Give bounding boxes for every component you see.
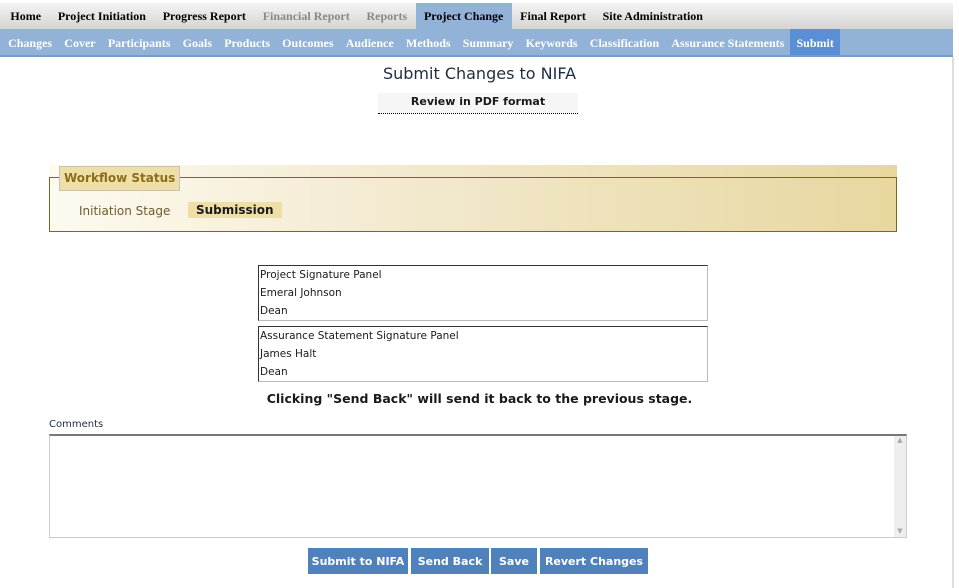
signer-role: Dean	[260, 305, 288, 317]
tab-submit[interactable]: Submit	[790, 29, 840, 55]
page-scrollbar[interactable]	[952, 57, 954, 588]
tab-classification[interactable]: Classification	[584, 29, 666, 55]
signer-role: Dean	[260, 366, 288, 378]
signer-name: James Halt	[260, 348, 317, 360]
scroll-down-icon[interactable]: ▼	[894, 527, 906, 535]
top-nav-financial-report[interactable]: Financial Report	[254, 3, 358, 29]
panel-title: Project Signature Panel	[260, 269, 382, 281]
review-pdf-link[interactable]: Review in PDF format	[378, 93, 578, 114]
tab-keywords[interactable]: Keywords	[520, 29, 584, 55]
top-nav-project-initiation[interactable]: Project Initiation	[49, 3, 154, 29]
workflow-legend: Workflow Status	[59, 166, 181, 191]
comments-scrollbar[interactable]: ▲ ▼	[894, 436, 906, 537]
tab-cover[interactable]: Cover	[58, 29, 102, 55]
revert-changes-button[interactable]: Revert Changes	[540, 548, 648, 574]
workflow-status: Workflow Status Initiation Stage Submiss…	[49, 165, 897, 232]
tab-participants[interactable]: Participants	[102, 29, 177, 55]
panel-title: Assurance Statement Signature Panel	[260, 330, 459, 342]
top-nav-reports[interactable]: Reports	[358, 3, 415, 29]
save-button[interactable]: Save	[491, 548, 537, 574]
tab-outcomes[interactable]: Outcomes	[276, 29, 340, 55]
tab-summary[interactable]: Summary	[457, 29, 520, 55]
send-back-note: Clicking "Send Back" will send it back t…	[266, 391, 693, 406]
submit-to-nifa-button[interactable]: Submit to NIFA	[308, 548, 408, 574]
top-nav-final-report[interactable]: Final Report	[512, 3, 594, 29]
comments-input[interactable]	[49, 434, 907, 538]
tab-assurance-statements[interactable]: Assurance Statements	[665, 29, 790, 55]
stage-initiation: Initiation Stage	[79, 204, 171, 218]
top-nav-progress-report[interactable]: Progress Report	[154, 3, 254, 29]
page-title: Submit Changes to NIFA	[382, 64, 577, 83]
sub-nav: Changes Cover Participants Goals Products Out…	[0, 29, 953, 57]
send-back-button[interactable]: Send Back	[411, 548, 489, 574]
top-nav-site-administration[interactable]: Site Administration	[594, 3, 711, 29]
tab-changes[interactable]: Changes	[2, 29, 58, 55]
project-signature-panel: Project Signature Panel Emeral Johnson D…	[258, 265, 708, 321]
assurance-signature-panel: Assurance Statement Signature Panel Jame…	[258, 326, 708, 382]
tab-methods[interactable]: Methods	[400, 29, 457, 55]
tab-goals[interactable]: Goals	[177, 29, 219, 55]
tab-products[interactable]: Products	[218, 29, 276, 55]
tab-audience[interactable]: Audience	[340, 29, 400, 55]
top-nav-home[interactable]: Home	[2, 3, 49, 29]
top-nav-project-change[interactable]: Project Change	[415, 3, 512, 29]
scroll-up-icon[interactable]: ▲	[894, 436, 906, 444]
top-nav: Home Project Initiation Progress Report Fin…	[0, 3, 953, 29]
signer-name: Emeral Johnson	[260, 287, 342, 299]
stage-submission-current: Submission	[188, 202, 282, 218]
comments-label: Comments	[49, 419, 104, 430]
